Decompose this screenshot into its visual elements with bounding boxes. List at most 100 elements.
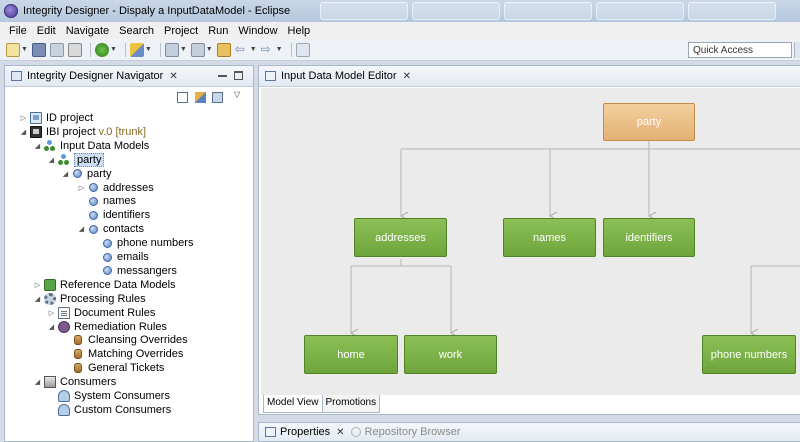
tree-item-ibi-project[interactable]: ◢ IBI project v.0 [trunk] bbox=[19, 125, 146, 139]
tree-item-label: Custom Consumers bbox=[74, 403, 172, 416]
chevron-down-icon[interactable]: ▼ bbox=[180, 46, 187, 53]
run-icon[interactable] bbox=[94, 42, 109, 57]
tree-item-cleansing-overrides[interactable]: Cleansing Overrides bbox=[61, 333, 188, 347]
tree-item-phone-numbers[interactable]: phone numbers bbox=[91, 236, 193, 250]
maximize-icon[interactable] bbox=[234, 71, 243, 80]
pin-editor-icon[interactable] bbox=[295, 42, 310, 57]
navigator-view-icon bbox=[11, 71, 22, 81]
tree-item-label: IBI project bbox=[46, 125, 96, 138]
chevron-down-icon[interactable]: ▼ bbox=[145, 46, 152, 53]
tree-item-party-model[interactable]: ◢ party bbox=[47, 152, 105, 167]
node-identifiers[interactable]: identifiers bbox=[603, 218, 695, 257]
copy-icon[interactable] bbox=[212, 92, 223, 103]
collapse-all-icon[interactable] bbox=[177, 92, 188, 103]
node-home[interactable]: home bbox=[304, 335, 398, 374]
menu-window[interactable]: Window bbox=[233, 25, 282, 37]
taskbar-thumbnail bbox=[320, 2, 409, 20]
tree-item-processing-rules[interactable]: ◢ Processing Rules bbox=[33, 292, 146, 306]
tree-item-label: messangers bbox=[117, 264, 177, 277]
chevron-down-icon[interactable]: ▼ bbox=[110, 46, 117, 53]
collapse-arrow-icon[interactable]: ◢ bbox=[33, 142, 42, 150]
chevron-down-icon[interactable]: ▼ bbox=[206, 46, 213, 53]
link-with-editor-icon[interactable] bbox=[195, 92, 206, 103]
project-version-label: v.0 [trunk] bbox=[98, 125, 147, 138]
collapse-arrow-icon[interactable]: ◢ bbox=[33, 295, 42, 303]
collapse-arrow-icon[interactable]: ◢ bbox=[61, 170, 70, 178]
entity-icon bbox=[89, 224, 98, 234]
tree-item-document-rules[interactable]: ▷ Document Rules bbox=[47, 306, 155, 320]
perspective-switcher[interactable] bbox=[794, 42, 800, 58]
quick-access-input[interactable]: Quick Access bbox=[688, 42, 792, 58]
tree-item-system-consumers[interactable]: System Consumers bbox=[47, 389, 170, 403]
editor-tab[interactable]: Input Data Model Editor ✕ bbox=[259, 66, 800, 87]
last-edit-location-icon[interactable] bbox=[216, 42, 231, 57]
back-icon[interactable]: ⇦ bbox=[235, 43, 249, 57]
tree-item-messangers[interactable]: messangers bbox=[91, 264, 177, 278]
minimize-icon[interactable] bbox=[218, 71, 227, 77]
external-tools-icon[interactable] bbox=[129, 42, 144, 57]
menu-help[interactable]: Help bbox=[283, 25, 316, 37]
menu-search[interactable]: Search bbox=[114, 25, 159, 37]
tab-repository-browser[interactable]: Repository Browser bbox=[365, 426, 461, 438]
menu-run[interactable]: Run bbox=[203, 25, 233, 37]
tree-item-id-project[interactable]: ▷ ID project bbox=[19, 111, 93, 125]
next-annotation-icon[interactable] bbox=[164, 42, 179, 57]
tree-item-addresses[interactable]: ▷ addresses bbox=[77, 181, 154, 195]
view-menu-chevron-icon[interactable]: ▽ bbox=[234, 90, 245, 101]
expand-arrow-icon[interactable]: ▷ bbox=[33, 281, 42, 289]
node-party[interactable]: party bbox=[603, 103, 695, 141]
menu-project[interactable]: Project bbox=[159, 25, 203, 37]
node-phone-numbers[interactable]: phone numbers bbox=[702, 335, 796, 374]
node-work[interactable]: work bbox=[404, 335, 497, 374]
tree-item-remediation-rules[interactable]: ◢ Remediation Rules bbox=[47, 320, 167, 334]
collapse-arrow-icon[interactable]: ◢ bbox=[77, 225, 86, 233]
collapse-arrow-icon[interactable]: ◢ bbox=[47, 156, 56, 164]
tree-item-consumers[interactable]: ◢ Consumers bbox=[33, 375, 116, 389]
node-addresses[interactable]: addresses bbox=[354, 218, 447, 257]
chevron-down-icon[interactable]: ▼ bbox=[21, 46, 28, 53]
expand-arrow-icon[interactable]: ▷ bbox=[47, 309, 56, 317]
chevron-down-icon[interactable]: ▼ bbox=[276, 46, 283, 53]
node-names[interactable]: names bbox=[503, 218, 596, 257]
tree-item-matching-overrides[interactable]: Matching Overrides bbox=[61, 347, 183, 361]
previous-annotation-icon[interactable] bbox=[190, 42, 205, 57]
tree-item-emails[interactable]: emails bbox=[91, 250, 149, 264]
navigator-tab[interactable]: Integrity Designer Navigator ✕ bbox=[5, 66, 253, 87]
tree-item-input-data-models[interactable]: ◢ Input Data Models bbox=[33, 139, 149, 153]
close-icon[interactable]: ✕ bbox=[169, 71, 177, 82]
close-icon[interactable]: ✕ bbox=[336, 427, 344, 438]
menu-file[interactable]: File bbox=[4, 25, 32, 37]
tree-item-reference-data-models[interactable]: ▷ Reference Data Models bbox=[33, 278, 176, 292]
collapse-arrow-icon[interactable]: ◢ bbox=[33, 378, 42, 386]
tree-item-identifiers[interactable]: identifiers bbox=[77, 208, 150, 222]
new-icon[interactable] bbox=[6, 42, 20, 57]
save-all-icon[interactable] bbox=[49, 42, 64, 57]
save-icon[interactable] bbox=[31, 42, 46, 57]
navigator-title: Integrity Designer Navigator bbox=[27, 70, 164, 82]
window-title: Integrity Designer - Dispaly a InputData… bbox=[23, 5, 291, 17]
user-icon bbox=[58, 390, 70, 402]
chevron-down-icon[interactable]: ▼ bbox=[250, 46, 257, 53]
collapse-arrow-icon[interactable]: ◢ bbox=[19, 128, 28, 136]
editor-icon bbox=[265, 71, 276, 81]
tab-properties[interactable]: Properties bbox=[280, 426, 330, 438]
tree-item-contacts[interactable]: ◢ contacts bbox=[77, 222, 144, 236]
collapse-arrow-icon[interactable]: ◢ bbox=[47, 323, 56, 331]
model-canvas[interactable]: party addresses names identifiers home w… bbox=[261, 88, 800, 395]
tree-item-general-tickets[interactable]: General Tickets bbox=[61, 361, 164, 375]
main-toolbar: ▼ ▼ ▼ ▼ ▼ ⇦ ▼ ⇨ ▼ bbox=[0, 39, 800, 61]
tab-model-view[interactable]: Model View bbox=[263, 395, 323, 413]
menu-navigate[interactable]: Navigate bbox=[61, 25, 114, 37]
tree-item-names[interactable]: names bbox=[77, 194, 136, 208]
taskbar-thumbnail bbox=[688, 2, 777, 20]
tab-promotions[interactable]: Promotions bbox=[322, 395, 381, 413]
print-icon[interactable] bbox=[67, 42, 82, 57]
tree-item-label: party bbox=[74, 152, 105, 167]
forward-icon[interactable]: ⇨ bbox=[261, 43, 275, 57]
tree-item-custom-consumers[interactable]: Custom Consumers bbox=[47, 403, 171, 417]
tree-item-party[interactable]: ◢ party bbox=[61, 167, 112, 181]
expand-arrow-icon[interactable]: ▷ bbox=[77, 184, 86, 192]
close-icon[interactable]: ✕ bbox=[403, 71, 411, 82]
expand-arrow-icon[interactable]: ▷ bbox=[19, 114, 28, 122]
menu-edit[interactable]: Edit bbox=[32, 25, 61, 37]
